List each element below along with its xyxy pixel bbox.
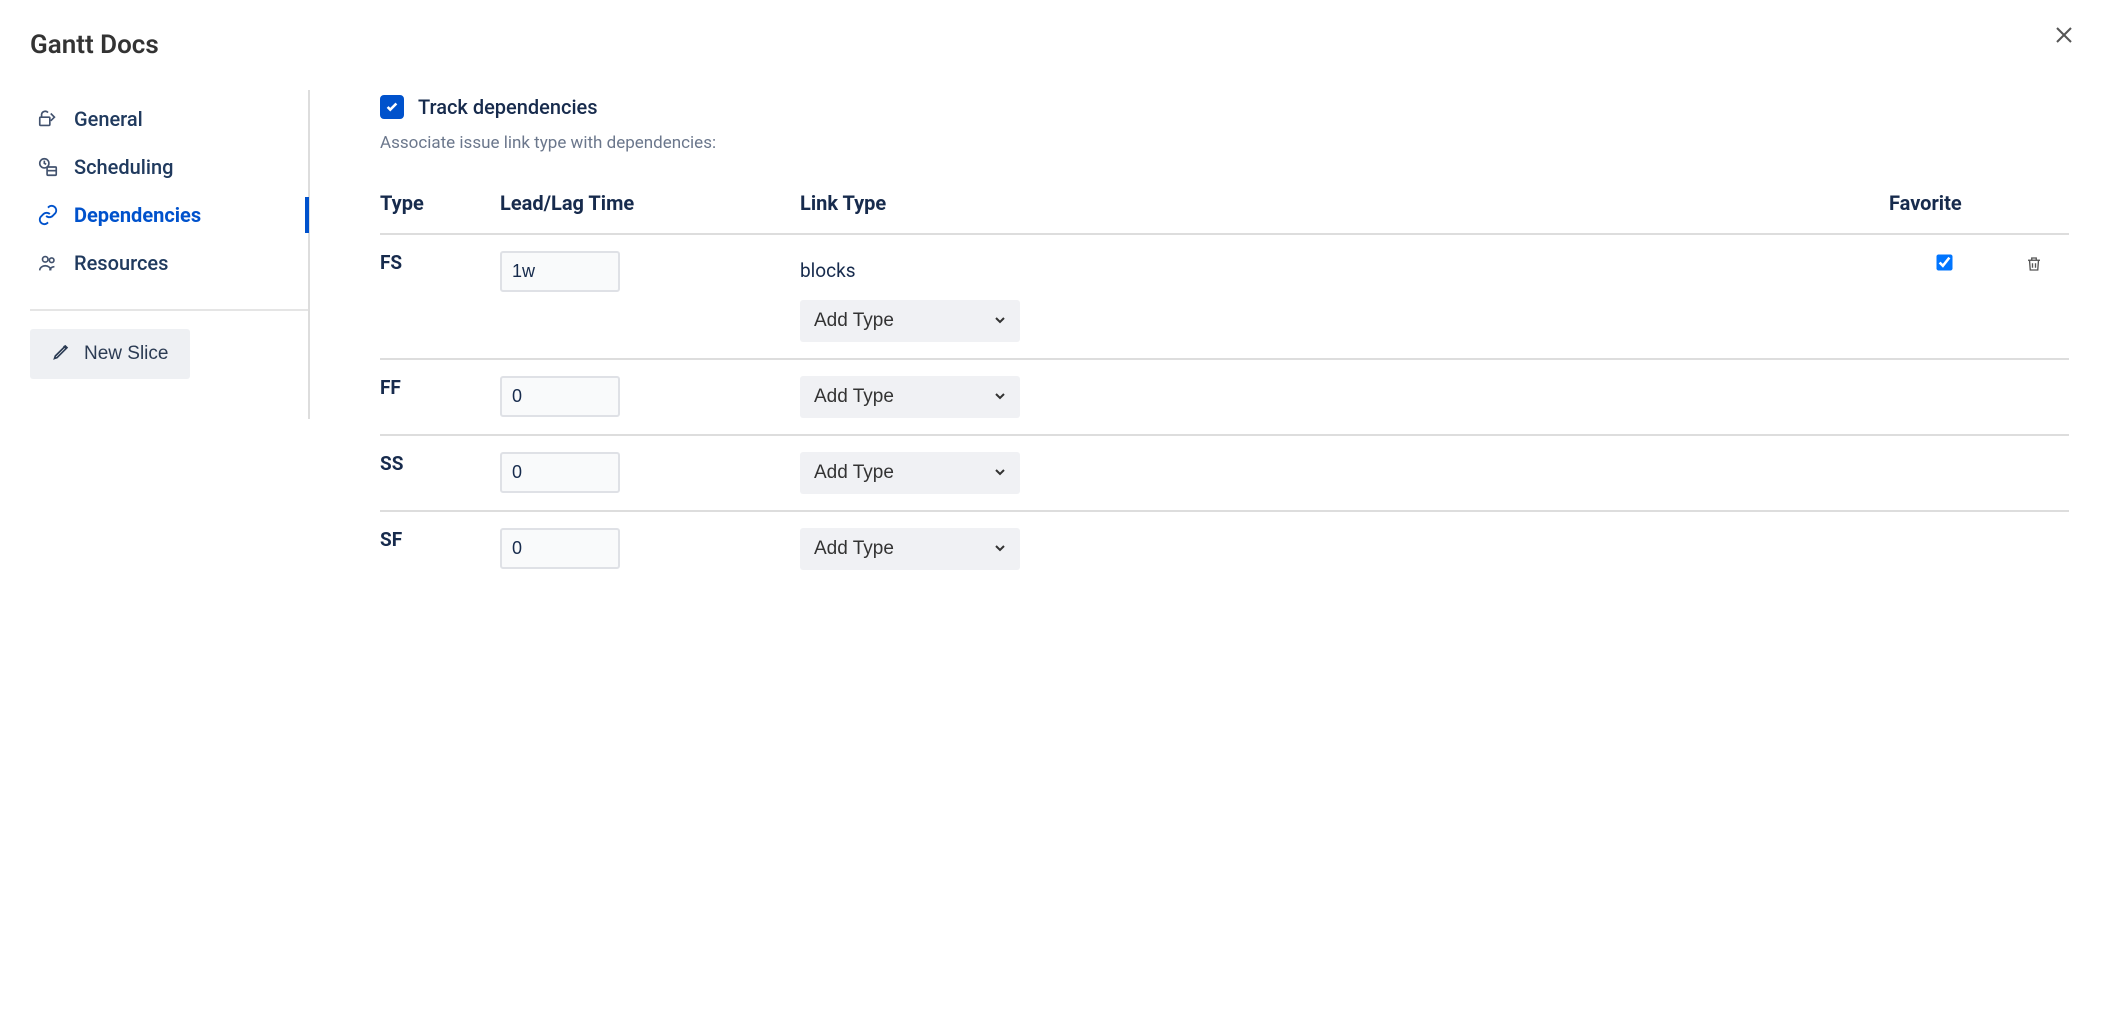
chevron-down-icon <box>994 314 1006 329</box>
type-cell: SF <box>380 511 500 586</box>
add-type-label: Add Type <box>814 386 894 408</box>
track-dependencies-label: Track dependencies <box>418 95 598 119</box>
add-type-label: Add Type <box>814 538 894 560</box>
sidebar-item-dependencies[interactable]: Dependencies <box>30 191 308 239</box>
chevron-down-icon <box>994 466 1006 481</box>
type-cell: FF <box>380 359 500 434</box>
trash-icon <box>2025 261 2043 276</box>
hint-text: Associate issue link type with dependenc… <box>380 133 2069 153</box>
col-header-type: Type <box>380 173 500 234</box>
col-header-leadlag: Lead/Lag Time <box>500 173 800 234</box>
add-type-dropdown[interactable]: Add Type <box>800 528 1020 570</box>
type-cell: FS <box>380 234 500 358</box>
check-icon <box>385 100 399 114</box>
type-cell: SS <box>380 435 500 510</box>
leadlag-input[interactable] <box>500 376 620 417</box>
chevron-down-icon <box>994 542 1006 557</box>
new-slice-button[interactable]: New Slice <box>30 329 190 379</box>
sidebar-item-resources[interactable]: Resources <box>30 239 308 287</box>
sidebar-item-scheduling[interactable]: Scheduling <box>30 143 308 191</box>
link-type-value: blocks <box>800 251 1879 290</box>
add-type-label: Add Type <box>814 462 894 484</box>
nav-list: General Scheduling <box>30 95 308 311</box>
leadlag-input[interactable] <box>500 528 620 569</box>
table-row: FS blocks Add Type <box>380 234 2069 358</box>
table-row: SF Add Type <box>380 511 2069 586</box>
settings-dialog: Gantt Docs General <box>0 0 2109 606</box>
sidebar-item-label: Resources <box>74 251 168 275</box>
sidebar-item-label: General <box>74 107 143 131</box>
table-row: FF Add Type <box>380 359 2069 434</box>
sidebar: General Scheduling <box>30 90 310 419</box>
col-header-favorite: Favorite <box>1889 173 2069 234</box>
new-slice-label: New Slice <box>84 343 168 365</box>
close-icon <box>2055 24 2073 49</box>
pencil-icon <box>52 341 72 367</box>
people-icon <box>36 251 60 275</box>
sidebar-item-label: Dependencies <box>74 203 201 227</box>
leadlag-input[interactable] <box>500 251 620 292</box>
track-dependencies-checkbox[interactable] <box>380 95 404 119</box>
favorite-checkbox[interactable] <box>1936 254 1952 270</box>
add-type-dropdown[interactable]: Add Type <box>800 376 1020 418</box>
chevron-down-icon <box>994 390 1006 405</box>
col-header-linktype: Link Type <box>800 173 1889 234</box>
leadlag-input[interactable] <box>500 452 620 493</box>
dialog-title: Gantt Docs <box>30 30 159 60</box>
link-icon <box>36 203 60 227</box>
add-type-dropdown[interactable]: Add Type <box>800 300 1020 342</box>
add-type-label: Add Type <box>814 310 894 332</box>
lock-pencil-icon <box>36 107 60 131</box>
dependencies-table: Type Lead/Lag Time Link Type Favorite FS… <box>380 173 2069 586</box>
close-button[interactable] <box>2049 20 2079 54</box>
table-row: SS Add Type <box>380 435 2069 510</box>
delete-button[interactable] <box>2021 251 2047 280</box>
sidebar-item-label: Scheduling <box>74 155 173 179</box>
add-type-dropdown[interactable]: Add Type <box>800 452 1020 494</box>
sidebar-item-general[interactable]: General <box>30 95 308 143</box>
main-panel: Track dependencies Associate issue link … <box>340 90 2079 586</box>
clock-calendar-icon <box>36 155 60 179</box>
